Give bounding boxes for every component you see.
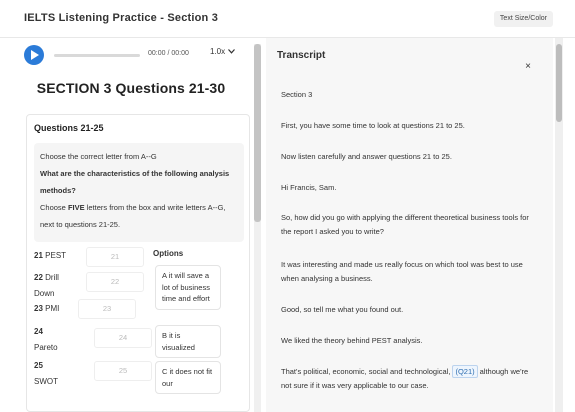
transcript-paragraph: Hi Francis, Sam. (281, 183, 337, 192)
transcript-paragraph: Now listen carefully and answer question… (281, 152, 452, 161)
question-item: 25 SWOT (34, 361, 58, 386)
question-tag[interactable]: (Q21) (452, 365, 478, 378)
transcript-paragraph: Good, so tell me what you found out. (281, 305, 404, 314)
instruction-choose: Choose FIVE letters from the box and wri… (40, 203, 226, 229)
transcript-paragraph: It was interesting and made us really fo… (281, 260, 523, 283)
option-card[interactable]: C it does not fit our (155, 361, 221, 394)
question-item: 22 Drill Down (34, 273, 59, 298)
answer-input-23[interactable]: 23 (78, 299, 136, 319)
audio-time: 00:00 / 00:00 (148, 50, 189, 57)
app-header: IELTS Listening Practice - Section 3 Tex… (0, 0, 575, 38)
question-group-card: Questions 21-25 Choose the correct lette… (26, 114, 250, 412)
instruction-box: Choose the correct letter from A--G What… (34, 143, 244, 242)
question-item: 24 Pareto (34, 327, 58, 352)
transcript-paragraph: So, how did you go with applying the dif… (281, 213, 529, 236)
scrollbar-thumb[interactable] (556, 44, 562, 122)
transcript-paragraph: Section 3 (281, 90, 313, 99)
audio-progress-bar[interactable] (54, 54, 140, 57)
chevron-down-icon (228, 47, 236, 56)
audio-player: 00:00 / 00:00 1.0x (12, 38, 250, 72)
options-label: Options (153, 249, 184, 258)
scrollbar-thumb[interactable] (254, 44, 261, 222)
transcript-panel: Transcript × Section 3 First, you have s… (266, 38, 553, 412)
play-button[interactable] (24, 45, 44, 65)
transcript-paragraph: That's political, economic, social and t… (281, 365, 529, 390)
option-card[interactable]: B it is visualized (155, 325, 221, 358)
close-icon[interactable]: × (525, 61, 531, 72)
question-panel: 00:00 / 00:00 1.0x SECTION 3 Questions 2… (12, 38, 250, 412)
answer-input-25[interactable]: 25 (94, 361, 152, 381)
option-card[interactable]: A it will save a lot of business time an… (155, 265, 221, 310)
transcript-title: Transcript (277, 50, 326, 61)
answer-input-24[interactable]: 24 (94, 328, 152, 348)
question-panel-scrollbar[interactable] (254, 44, 261, 412)
instruction-line: Choose the correct letter from A--G (40, 152, 157, 161)
transcript-paragraph: First, you have some time to look at que… (281, 121, 465, 130)
question-group-heading: Questions 21-25 (34, 123, 104, 133)
playback-speed-value: 1.0x (210, 47, 226, 56)
transcript-paragraph: We liked the theory behind PEST analysis… (281, 336, 423, 345)
play-icon (31, 50, 39, 60)
playback-speed-select[interactable]: 1.0x (210, 47, 236, 56)
answer-input-22[interactable]: 22 (86, 272, 144, 292)
answer-input-21[interactable]: 21 (86, 247, 144, 267)
section-title: SECTION 3 Questions 21-30 (36, 80, 226, 96)
transcript-scrollbar[interactable] (555, 38, 563, 412)
app-title: IELTS Listening Practice - Section 3 (24, 12, 219, 24)
text-size-color-button[interactable]: Text Size/Color (493, 11, 553, 27)
instruction-question: What are the characteristics of the foll… (40, 169, 230, 195)
